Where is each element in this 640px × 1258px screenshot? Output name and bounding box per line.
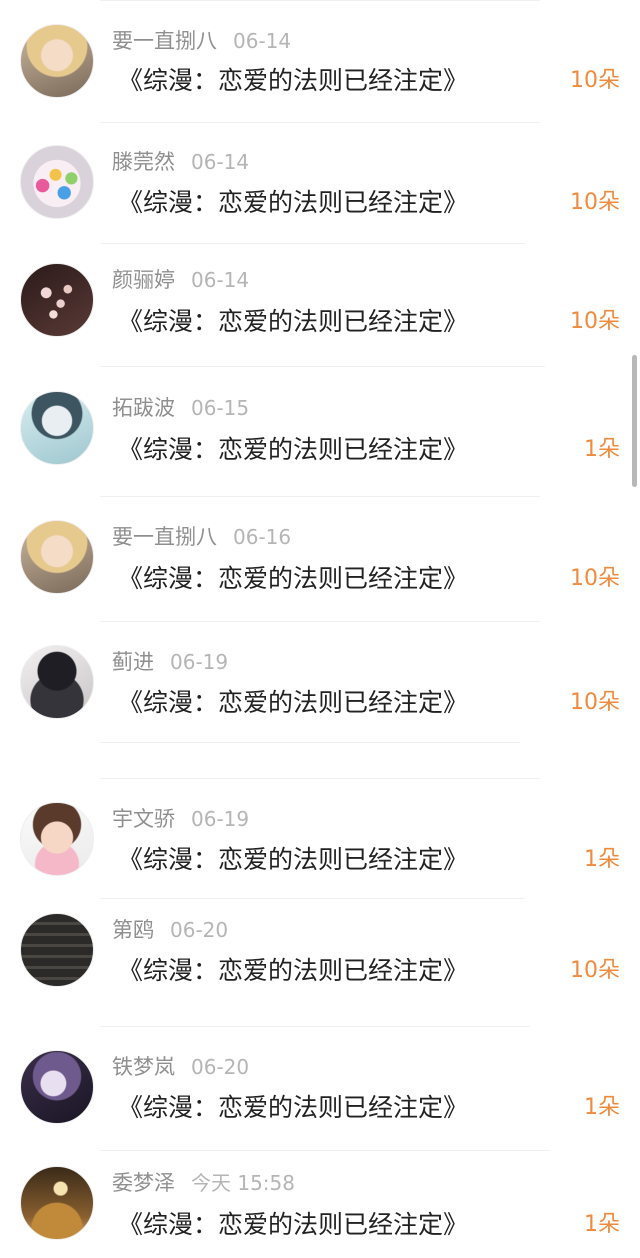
- record-meta: 第鸥 06-20: [112, 916, 228, 944]
- gift-date: 06-14: [191, 150, 250, 174]
- book-title[interactable]: 《综漫：恋爱的法则已经注定》: [118, 185, 468, 221]
- gift-date: 06-19: [191, 807, 250, 831]
- flower-count: 10朵: [570, 566, 620, 591]
- divider: [100, 898, 525, 899]
- record-meta: 蓟进 06-19: [112, 648, 228, 676]
- user-name[interactable]: 蓟进: [112, 650, 154, 674]
- boy-avatar[interactable]: [20, 391, 94, 465]
- divider: [100, 122, 540, 123]
- gift-date: 今天 15:58: [191, 1171, 295, 1195]
- record-meta: 拓跋波 06-15: [112, 394, 249, 422]
- gift-date: 06-16: [233, 525, 292, 549]
- user-name[interactable]: 宇文骄: [112, 807, 175, 831]
- flower-count: 10朵: [570, 68, 620, 93]
- book-title[interactable]: 《综漫：恋爱的法则已经注定》: [118, 685, 468, 721]
- gift-date: 06-14: [191, 268, 250, 292]
- user-name[interactable]: 要一直捌八: [112, 525, 217, 549]
- record-meta: 铁梦岚 06-20: [112, 1053, 249, 1081]
- book-title[interactable]: 《综漫：恋爱的法则已经注定》: [118, 304, 468, 340]
- anime-character-avatar[interactable]: [20, 1050, 94, 1124]
- divider: [100, 621, 540, 622]
- flower-count: 10朵: [570, 309, 620, 334]
- record-meta: 滕莞然 06-14: [112, 148, 249, 176]
- user-name[interactable]: 要一直捌八: [112, 29, 217, 53]
- divider: [100, 1150, 550, 1151]
- moon-scene-avatar[interactable]: [20, 1166, 94, 1240]
- divider: [100, 1026, 530, 1027]
- record-meta: 颜骊婷 06-14: [112, 266, 249, 294]
- flower-count: 1朵: [584, 1212, 620, 1237]
- book-title[interactable]: 《综漫：恋爱的法则已经注定》: [118, 1207, 468, 1243]
- gift-date: 06-20: [191, 1055, 250, 1079]
- flower-count: 1朵: [584, 437, 620, 462]
- flower-count: 1朵: [584, 847, 620, 872]
- user-name[interactable]: 滕莞然: [112, 150, 175, 174]
- book-title[interactable]: 《综漫：恋爱的法则已经注定》: [118, 561, 468, 597]
- record-meta: 委梦泽 今天 15:58: [112, 1169, 295, 1197]
- gift-date: 06-19: [170, 650, 229, 674]
- book-title[interactable]: 《综漫：恋爱的法则已经注定》: [118, 1090, 468, 1126]
- record-meta: 要一直捌八 06-16: [112, 523, 291, 551]
- record-meta: 宇文骄 06-19: [112, 805, 249, 833]
- user-name[interactable]: 第鸥: [112, 918, 154, 942]
- blossom-avatar[interactable]: [20, 263, 94, 337]
- gift-date: 06-15: [191, 396, 250, 420]
- candy-jar-avatar[interactable]: [20, 145, 94, 219]
- gift-date: 06-14: [233, 29, 292, 53]
- flower-count: 10朵: [570, 690, 620, 715]
- book-title[interactable]: 《综漫：恋爱的法则已经注定》: [118, 842, 468, 878]
- user-name[interactable]: 铁梦岚: [112, 1055, 175, 1079]
- book-title[interactable]: 《综漫：恋爱的法则已经注定》: [118, 953, 468, 989]
- gift-date: 06-20: [170, 918, 229, 942]
- user-name[interactable]: 拓跋波: [112, 396, 175, 420]
- user-name[interactable]: 颜骊婷: [112, 268, 175, 292]
- divider: [100, 742, 520, 743]
- book-title[interactable]: 《综漫：恋爱的法则已经注定》: [118, 432, 468, 468]
- record-meta: 要一直捌八 06-14: [112, 27, 291, 55]
- stairs-avatar[interactable]: [20, 913, 94, 987]
- divider: [100, 496, 540, 497]
- gift-record-list: 要一直捌八 06-14 《综漫：恋爱的法则已经注定》 10朵 滕莞然 06-14 《综漫：恋…: [0, 0, 640, 1258]
- divider: [100, 366, 545, 367]
- baby-girl-avatar[interactable]: [20, 802, 94, 876]
- flower-count: 10朵: [570, 190, 620, 215]
- scrollbar[interactable]: [632, 355, 637, 487]
- divider: [100, 0, 540, 1]
- book-title[interactable]: 《综漫：恋爱的法则已经注定》: [118, 63, 468, 99]
- selfie-avatar[interactable]: [20, 645, 94, 719]
- flower-count: 10朵: [570, 958, 620, 983]
- blonde-girl-avatar[interactable]: [20, 24, 94, 98]
- divider: [100, 778, 540, 779]
- user-name[interactable]: 委梦泽: [112, 1171, 175, 1195]
- blonde-girl-avatar[interactable]: [20, 520, 94, 594]
- divider: [100, 243, 525, 244]
- flower-count: 1朵: [584, 1095, 620, 1120]
